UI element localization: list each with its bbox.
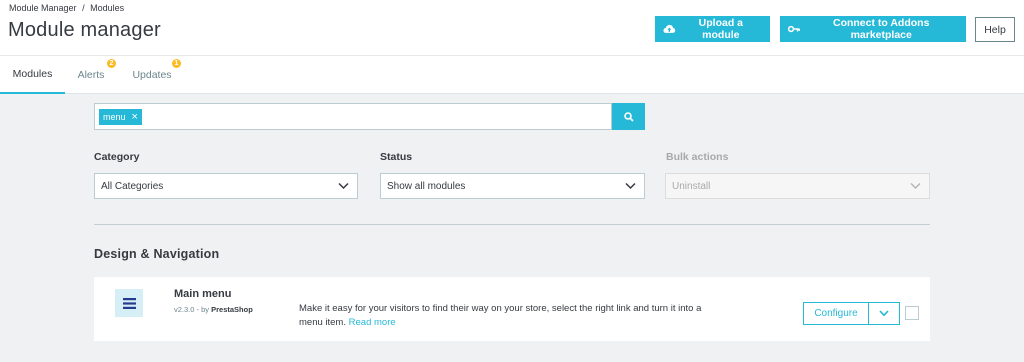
alerts-count-badge: 2 bbox=[107, 59, 116, 68]
breadcrumb-item-modules: Modules bbox=[90, 3, 125, 13]
module-version: v2.3.0 - by PrestaShop bbox=[174, 305, 253, 314]
divider bbox=[94, 224, 930, 225]
status-select[interactable]: Show all modules bbox=[380, 173, 645, 199]
page-header: Module Manager / Modules Module manager … bbox=[0, 0, 1024, 56]
module-card: Main menu v2.3.0 - by PrestaShop Make it… bbox=[94, 277, 930, 341]
cloud-upload-icon bbox=[663, 24, 676, 33]
category-select[interactable]: All Categories bbox=[94, 173, 358, 199]
breadcrumb-separator: / bbox=[82, 3, 85, 13]
breadcrumb-item-module-manager[interactable]: Module Manager bbox=[9, 3, 77, 13]
connect-addons-label: Connect to Addons marketplace bbox=[832, 17, 930, 41]
category-section-title: Design & Navigation bbox=[94, 247, 220, 261]
bulk-actions-value: Uninstall bbox=[672, 180, 711, 192]
tab-updates[interactable]: Updates 1 bbox=[124, 56, 181, 94]
module-author: PrestaShop bbox=[211, 305, 253, 314]
chevron-down-icon bbox=[625, 182, 636, 190]
bulk-actions-label: Bulk actions bbox=[666, 151, 729, 163]
updates-count-badge: 1 bbox=[172, 59, 181, 68]
configure-button[interactable]: Configure bbox=[803, 302, 869, 325]
tab-alerts[interactable]: Alerts 2 bbox=[66, 56, 116, 94]
module-description: Make it easy for your visitors to find t… bbox=[299, 302, 719, 330]
search-button[interactable] bbox=[612, 103, 645, 130]
category-select-value: All Categories bbox=[101, 180, 164, 192]
module-select-checkbox[interactable] bbox=[905, 306, 919, 320]
search-tag-label: menu bbox=[103, 112, 126, 122]
tab-modules-label: Modules bbox=[12, 68, 53, 80]
read-more-link[interactable]: Read more bbox=[349, 317, 396, 328]
page-title: Module manager bbox=[8, 19, 161, 41]
search-icon bbox=[623, 111, 634, 122]
module-name: Main menu bbox=[174, 288, 232, 300]
module-tabs: Modules Alerts 2 Updates 1 bbox=[0, 56, 1024, 94]
connect-addons-button[interactable]: Connect to Addons marketplace bbox=[780, 16, 966, 42]
module-version-text: v2.3.0 - by bbox=[174, 305, 212, 314]
status-filter-label: Status bbox=[380, 151, 413, 163]
tab-alerts-label: Alerts bbox=[77, 69, 105, 81]
remove-tag-icon[interactable]: × bbox=[132, 111, 138, 123]
key-icon bbox=[788, 25, 801, 33]
chevron-down-icon bbox=[338, 182, 349, 190]
status-select-value: Show all modules bbox=[387, 180, 466, 192]
menu-icon bbox=[115, 289, 143, 317]
category-filter-label: Category bbox=[94, 151, 140, 163]
breadcrumb: Module Manager / Modules bbox=[9, 3, 127, 13]
module-search-input[interactable]: menu × bbox=[94, 103, 612, 130]
upload-module-button[interactable]: Upload a module bbox=[655, 16, 770, 42]
chevron-down-icon bbox=[879, 310, 889, 317]
upload-module-label: Upload a module bbox=[698, 17, 743, 41]
search-tag: menu × bbox=[99, 109, 142, 125]
tab-updates-label: Updates bbox=[132, 69, 172, 81]
bulk-actions-select: Uninstall bbox=[665, 173, 930, 199]
module-actions-dropdown-button[interactable] bbox=[868, 302, 900, 325]
help-button[interactable]: Help bbox=[975, 17, 1015, 42]
tab-modules[interactable]: Modules bbox=[0, 56, 65, 94]
chevron-down-icon bbox=[910, 182, 921, 190]
